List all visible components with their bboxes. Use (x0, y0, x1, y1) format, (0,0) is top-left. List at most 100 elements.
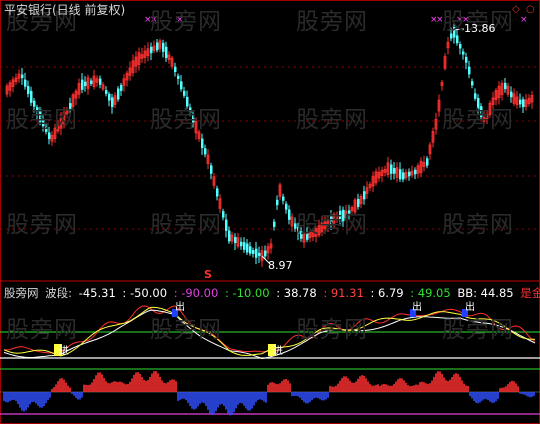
candle-body (225, 219, 228, 231)
candle-body (390, 164, 393, 174)
watermark: 股旁网 (442, 317, 514, 343)
indicator-value: : 49.05 (410, 286, 451, 300)
candle-body (393, 168, 396, 174)
candle-body (234, 236, 237, 244)
candle-body (363, 191, 366, 200)
candle-body (156, 42, 159, 51)
candle-body (414, 169, 417, 175)
watermark: 股旁网 (150, 107, 222, 133)
candle-body (165, 46, 168, 58)
indicator-name: 股旁网 (4, 286, 39, 300)
candle-body (510, 91, 513, 98)
candle-body (81, 79, 84, 90)
indicator-value: BB: 44.85 (457, 286, 514, 300)
watermark: 股旁网 (296, 317, 368, 343)
candle-body (276, 199, 279, 206)
indicator-value: : -90.00 (173, 286, 219, 300)
candle-body (228, 230, 231, 242)
candle-body (117, 88, 120, 100)
watermark: 股旁网 (150, 212, 222, 238)
low-price-label: 8.97 (268, 259, 293, 272)
indicator-value: : 91.31 (323, 286, 364, 300)
candle-body (240, 241, 243, 247)
candle-body (27, 86, 30, 94)
candle-body (24, 79, 27, 87)
indicator-header: 股旁网 波段: -45.31 : -50.00 : -90.00 : -10.0… (4, 285, 540, 301)
indicator-value: : 6.79 (370, 286, 404, 300)
candle-body (177, 75, 180, 79)
candle-body (84, 81, 87, 87)
indicator-value: : -10.00 (224, 286, 270, 300)
candle-body (471, 81, 474, 86)
candle-body (426, 158, 429, 166)
in-signal-label: 进 (59, 346, 69, 357)
watermark: 股旁网 (6, 107, 78, 133)
diamond-icon[interactable]: ◇ (512, 4, 520, 15)
candle-body (252, 250, 255, 254)
cross-marker: × (520, 15, 528, 25)
candle-body (150, 46, 153, 54)
candle-body (21, 74, 24, 79)
candle-body (285, 203, 288, 210)
candle-body (201, 138, 204, 149)
candle-body (108, 93, 111, 101)
candle-body (264, 250, 267, 257)
candle-body (408, 171, 411, 177)
candle-body (111, 97, 114, 108)
candle-body (99, 78, 102, 85)
candle-body (204, 148, 207, 155)
out-signal-label: 出 (412, 302, 422, 313)
candle-body (468, 66, 471, 75)
chart-title: 平安银行(日线 前复权) (4, 3, 126, 17)
candle-body (222, 211, 225, 218)
high-price-label: 13.86 (464, 22, 496, 35)
candle-body (465, 56, 468, 63)
watermark: 股旁网 (6, 212, 78, 238)
indicator-value: 是金: (520, 286, 540, 300)
candle-body (246, 243, 249, 253)
candle-body (216, 188, 219, 197)
candle-body (183, 90, 186, 96)
candle-body (462, 51, 465, 55)
candle-body (519, 99, 522, 105)
stock-chart-window: × × × × × × × × 股旁网 股旁网 股旁网 股旁网 股旁网 股旁网 股旁网 股旁网… (0, 0, 540, 424)
watermark: 股旁网 (6, 317, 78, 343)
candle-body (504, 82, 507, 90)
out-signal-label: 出 (175, 302, 185, 313)
watermark: 股旁网 (296, 9, 368, 35)
candle-body (474, 93, 477, 99)
sell-signal-label: S (204, 268, 212, 281)
candle-body (90, 80, 93, 84)
candle-body (522, 99, 525, 108)
watermark: 股旁网 (296, 107, 368, 133)
indicator-value: : -50.00 (122, 286, 168, 300)
candle-body (105, 90, 108, 94)
circle-icon[interactable]: ○ (526, 4, 535, 15)
watermark: 股旁网 (150, 9, 222, 35)
watermark: 股旁网 (442, 212, 514, 238)
candle-body (174, 66, 177, 72)
watermark: 股旁网 (150, 317, 222, 343)
candle-body (243, 242, 246, 250)
candle-body (282, 196, 285, 201)
candle-body (210, 165, 213, 174)
candle-body (180, 81, 183, 90)
in-signal-label: 进 (273, 346, 283, 357)
candle-body (456, 35, 459, 44)
indicator-value: -45.31 (78, 286, 116, 300)
candle-body (399, 169, 402, 180)
candle-body (273, 221, 276, 227)
watermark: 股旁网 (442, 107, 514, 133)
indicator-value: : 38.78 (276, 286, 317, 300)
candle-body (402, 172, 405, 180)
candle-body (162, 42, 165, 52)
candle-body (258, 252, 261, 256)
candle-body (255, 248, 258, 258)
candle-body (120, 85, 123, 91)
watermark: 股旁网 (296, 212, 368, 238)
candle-body (459, 44, 462, 49)
candle-body (249, 246, 252, 254)
out-signal-label: 出 (465, 302, 475, 313)
indicator-label: 波段: (45, 286, 73, 300)
candle-body (288, 209, 291, 220)
